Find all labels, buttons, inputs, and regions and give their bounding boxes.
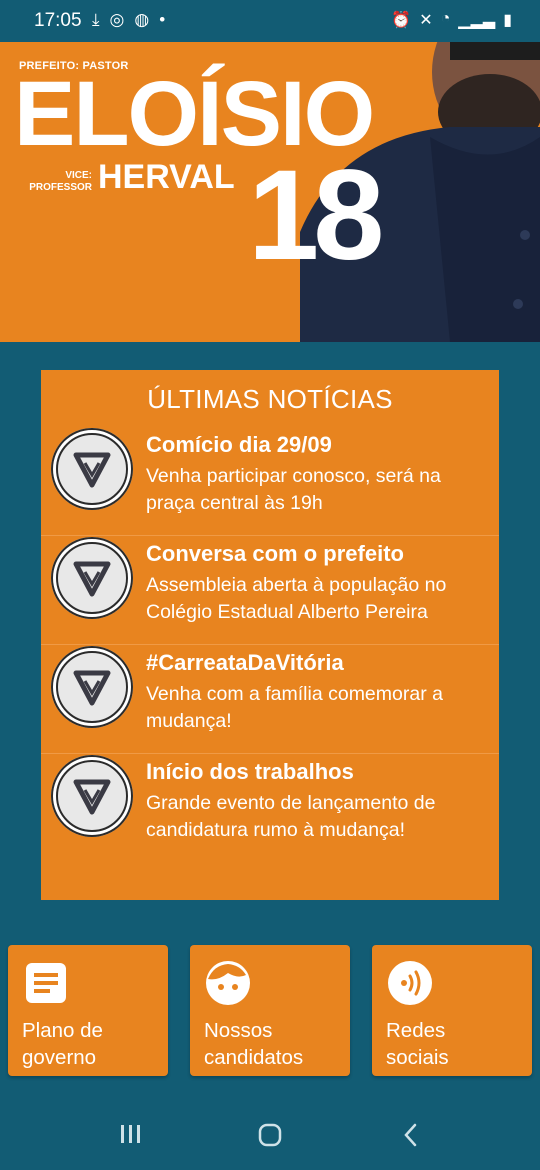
card-label-line2: candidatos — [204, 1046, 304, 1069]
battery-icon: ▮ — [503, 12, 512, 29]
card-label: Redes sociais — [386, 1017, 526, 1071]
status-right-icons: ⏰ ✕ ◔ ▁▂▃ ▮ — [391, 10, 512, 30]
back-icon[interactable] — [400, 1122, 422, 1148]
broadcast-icon — [388, 961, 432, 1005]
news-headline: Início dos trabalhos — [146, 759, 354, 784]
card-label-line1: Plano de — [22, 1019, 103, 1042]
plano-de-governo-button[interactable]: Plano de governo — [8, 945, 168, 1076]
status-bar: 17:05 ⤓ ◎ ◍ • ⏰ ✕ ◔ ▁▂▃ ▮ — [0, 0, 540, 42]
dot-icon: • — [159, 10, 166, 29]
nossos-candidatos-button[interactable]: Nossos candidatos — [190, 945, 350, 1076]
recent-apps-icon[interactable] — [118, 1122, 144, 1146]
news-item[interactable]: Conversa com o prefeito Assembleia abert… — [41, 537, 499, 645]
card-label-line1: Redes — [386, 1019, 446, 1042]
home-icon[interactable] — [257, 1122, 283, 1148]
news-description: Venha participar conosco, será na praça … — [146, 465, 441, 514]
download-icon: ⤓ — [92, 10, 100, 29]
news-headline: Conversa com o prefeito — [146, 541, 404, 566]
card-label-line2: governo — [22, 1046, 97, 1069]
news-item[interactable]: Início dos trabalhos Grande evento de la… — [41, 755, 499, 863]
news-item[interactable]: Comício dia 29/09 Venha participar conos… — [41, 428, 499, 536]
vice-label-line2: PROFESSOR — [29, 182, 92, 193]
news-headline: #CarreataDaVitória — [146, 650, 344, 675]
news-title: ÚLTIMAS NOTÍCIAS — [147, 384, 393, 414]
navigation-bar — [0, 1100, 540, 1170]
party-logo-icon — [51, 755, 133, 837]
vice-name: HERVAL — [98, 158, 235, 196]
document-icon — [26, 963, 66, 1003]
wifi-icon: ◔ — [440, 10, 451, 27]
chrome-icon: ◎ — [109, 10, 125, 29]
campaign-banner: PREFEITO: PASTOR ELOÍSIO VICE: PROFESSOR… — [0, 42, 540, 342]
news-headline: Comício dia 29/09 — [146, 432, 332, 457]
card-label-line1: Nossos — [204, 1019, 273, 1042]
news-item[interactable]: #CarreataDaVitória Venha com a família c… — [41, 646, 499, 754]
party-logo-icon — [51, 646, 133, 728]
news-description: Assembleia aberta à população no Colégio… — [146, 574, 447, 623]
vice-label-line1: VICE: — [65, 170, 92, 181]
news-panel: ÚLTIMAS NOTÍCIAS Comício dia 29/09 Venha… — [41, 370, 499, 900]
status-left-icons: ⤓ ◎ ◍ • — [92, 10, 165, 30]
party-logo-icon — [51, 537, 133, 619]
card-label: Plano de governo — [22, 1017, 162, 1071]
app-icon: ◍ — [134, 10, 150, 29]
face-icon — [206, 961, 250, 1005]
news-description: Venha com a família comemorar a mudança! — [146, 683, 443, 732]
card-label-line2: sociais — [386, 1046, 449, 1069]
candidate-number: 18 — [248, 144, 384, 287]
mute-icon: ✕ — [419, 12, 433, 29]
redes-sociais-button[interactable]: Redes sociais — [372, 945, 532, 1076]
party-logo-icon — [51, 428, 133, 510]
card-label: Nossos candidatos — [204, 1017, 344, 1071]
status-time: 17:05 — [34, 10, 82, 31]
signal-icon: ▁▂▃ — [458, 12, 496, 29]
news-description: Grande evento de lançamento de candidatu… — [146, 792, 436, 841]
alarm-icon: ⏰ — [391, 12, 412, 29]
vice-label: VICE: PROFESSOR — [28, 170, 92, 194]
